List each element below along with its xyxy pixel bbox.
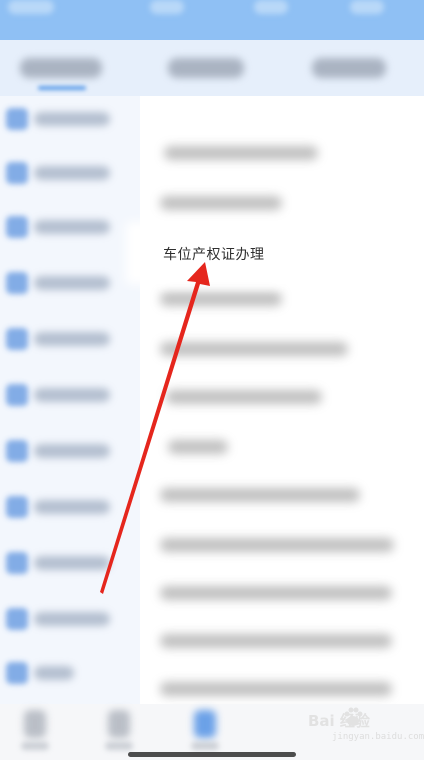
list-item[interactable] <box>164 146 318 160</box>
sidebar-item[interactable] <box>6 380 126 408</box>
category-icon <box>6 440 28 462</box>
nav-service-icon[interactable] <box>108 710 130 738</box>
sidebar-item[interactable] <box>6 436 126 464</box>
sidebar-item-label-blur <box>34 220 110 234</box>
sidebar-item-label-blur <box>34 666 74 680</box>
list-item[interactable] <box>160 682 392 696</box>
status-blur <box>350 0 384 14</box>
sidebar-item-label-blur <box>34 556 110 570</box>
nav-label-blur <box>21 742 49 750</box>
sidebar-item-label-blur <box>34 112 110 126</box>
list-item[interactable] <box>168 440 228 454</box>
sidebar-item-label-blur <box>34 612 110 626</box>
list-item[interactable] <box>160 634 392 648</box>
sidebar-item[interactable] <box>6 212 126 240</box>
category-sidebar <box>0 96 140 704</box>
home-indicator <box>128 752 296 757</box>
sidebar-item[interactable] <box>6 324 126 352</box>
sidebar-item[interactable] <box>6 492 126 520</box>
baidu-jingyan-watermark: Bai 经验 jingyan.baidu.com <box>304 702 424 754</box>
nav-label-blur <box>105 742 133 750</box>
list-item-label: 车位产权证办理 <box>163 247 265 263</box>
sidebar-item[interactable] <box>6 658 126 686</box>
top-tab-bar <box>0 40 424 96</box>
category-icon <box>6 552 28 574</box>
list-item[interactable] <box>160 342 348 356</box>
list-item[interactable] <box>166 390 322 404</box>
nav-home-icon[interactable] <box>24 710 46 738</box>
list-item[interactable] <box>160 586 392 600</box>
category-icon <box>6 608 28 630</box>
category-icon <box>6 108 28 130</box>
category-icon <box>6 328 28 350</box>
sidebar-item[interactable] <box>6 104 126 132</box>
sidebar-item-label-blur <box>34 166 110 180</box>
list-item[interactable] <box>160 488 360 502</box>
category-icon <box>6 662 28 684</box>
list-item[interactable] <box>160 292 282 306</box>
sidebar-item[interactable] <box>6 158 126 186</box>
category-icon <box>6 272 28 294</box>
list-item[interactable] <box>160 538 394 552</box>
status-bar <box>0 0 424 40</box>
tab-3[interactable] <box>312 58 386 78</box>
category-icon <box>6 162 28 184</box>
sidebar-item-label-blur <box>34 444 110 458</box>
tab-1[interactable] <box>20 58 102 78</box>
sidebar-item[interactable] <box>6 268 126 296</box>
tab-2[interactable] <box>168 58 244 78</box>
sidebar-item-label-blur <box>34 388 110 402</box>
category-icon <box>6 216 28 238</box>
sidebar-item-label-blur <box>34 500 110 514</box>
tab-active-indicator <box>38 86 86 90</box>
category-icon <box>6 384 28 406</box>
sidebar-item[interactable] <box>6 548 126 576</box>
watermark-url: jingyan.baidu.com <box>332 732 424 742</box>
list-item-parking-certificate[interactable]: 车位产权证办理 <box>134 230 414 276</box>
status-time-blur <box>8 0 54 14</box>
nav-label-blur <box>191 742 219 750</box>
nav-category-icon[interactable] <box>194 710 216 738</box>
service-list <box>140 96 424 704</box>
sidebar-item-label-blur <box>34 332 110 346</box>
status-blur <box>150 0 184 14</box>
watermark-brand: Bai 经验 <box>308 712 370 730</box>
status-blur <box>254 0 288 14</box>
sidebar-item-label-blur <box>34 276 110 290</box>
list-item[interactable] <box>160 196 282 210</box>
category-icon <box>6 496 28 518</box>
sidebar-item[interactable] <box>6 604 126 632</box>
